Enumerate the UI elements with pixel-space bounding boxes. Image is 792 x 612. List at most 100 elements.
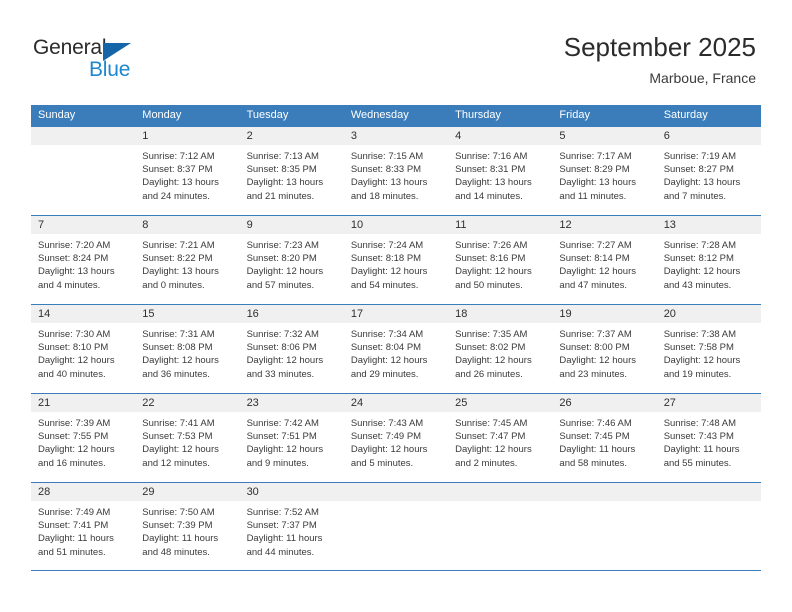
daylight-text-line2: and 33 minutes.: [246, 368, 315, 380]
day-details: Sunrise: 7:31 AM Sunset: 8:08 PM Dayligh…: [135, 324, 239, 381]
calendar-day-cell[interactable]: 30 Sunrise: 7:52 AM Sunset: 7:37 PM Dayl…: [239, 483, 344, 570]
calendar-day-cell[interactable]: 4 Sunrise: 7:16 AM Sunset: 8:31 PM Dayli…: [448, 127, 553, 215]
daylight-text-line2: and 4 minutes.: [38, 279, 101, 291]
calendar-day-cell[interactable]: 24 Sunrise: 7:43 AM Sunset: 7:49 PM Dayl…: [343, 394, 449, 482]
daylight-text-line2: and 50 minutes.: [455, 279, 523, 291]
daylight-text-line2: and 21 minutes.: [246, 190, 315, 202]
day-details: Sunrise: 7:43 AM Sunset: 7:49 PM Dayligh…: [344, 413, 448, 470]
calendar-day-cell[interactable]: 9 Sunrise: 7:23 AM Sunset: 8:20 PM Dayli…: [239, 216, 344, 304]
calendar-day-cell[interactable]: 5 Sunrise: 7:17 AM Sunset: 8:29 PM Dayli…: [552, 127, 657, 215]
day-details: Sunrise: 7:15 AM Sunset: 8:33 PM Dayligh…: [344, 146, 448, 203]
calendar-week-row: 28 Sunrise: 7:49 AM Sunset: 7:41 PM Dayl…: [31, 482, 761, 571]
day-details: Sunrise: 7:46 AM Sunset: 7:45 PM Dayligh…: [552, 413, 656, 470]
calendar-day-cell[interactable]: 22 Sunrise: 7:41 AM Sunset: 7:53 PM Dayl…: [135, 394, 240, 482]
sunrise-text: Sunrise: 7:16 AM: [455, 151, 528, 162]
daylight-text-line2: and 51 minutes.: [38, 546, 106, 558]
daylight-text-line1: Daylight: 12 hours: [246, 444, 324, 456]
day-number-band: 26: [552, 394, 657, 413]
calendar-day-cell[interactable]: 1 Sunrise: 7:12 AM Sunset: 8:37 PM Dayli…: [135, 127, 240, 215]
day-number-band: 17: [343, 305, 449, 324]
daylight-text-line2: and 29 minutes.: [350, 368, 419, 380]
daylight-text-line1: Daylight: 11 hours: [142, 533, 219, 545]
sunset-text: Sunset: 8:20 PM: [246, 253, 317, 265]
calendar-day-cell[interactable]: 16 Sunrise: 7:32 AM Sunset: 8:06 PM Dayl…: [239, 305, 344, 393]
sunrise-text: Sunrise: 7:52 AM: [246, 507, 319, 518]
sunset-text: Sunset: 8:27 PM: [663, 164, 734, 176]
day-number-band: 9: [239, 216, 344, 235]
daylight-text-line1: Daylight: 12 hours: [142, 355, 219, 367]
calendar-day-cell[interactable]: 7 Sunrise: 7:20 AM Sunset: 8:24 PM Dayli…: [31, 216, 136, 304]
sunrise-text: Sunrise: 7:19 AM: [663, 151, 737, 162]
day-number: 29: [142, 486, 155, 498]
calendar-day-cell[interactable]: 20 Sunrise: 7:38 AM Sunset: 7:58 PM Dayl…: [656, 305, 761, 393]
daylight-text-line1: Daylight: 11 hours: [38, 533, 114, 545]
day-number-band: 14: [31, 305, 136, 324]
day-details: Sunrise: 7:49 AM Sunset: 7:41 PM Dayligh…: [31, 502, 135, 559]
calendar-day-cell[interactable]: 18 Sunrise: 7:35 AM Sunset: 8:02 PM Dayl…: [448, 305, 553, 393]
calendar-day-cell[interactable]: 8 Sunrise: 7:21 AM Sunset: 8:22 PM Dayli…: [135, 216, 240, 304]
calendar-day-cell[interactable]: 28 Sunrise: 7:49 AM Sunset: 7:41 PM Dayl…: [31, 483, 136, 570]
day-number-band: 2: [239, 127, 344, 146]
sunrise-text: Sunrise: 7:21 AM: [142, 240, 215, 251]
calendar-day-cell[interactable]: 6 Sunrise: 7:19 AM Sunset: 8:27 PM Dayli…: [656, 127, 761, 215]
day-number: 3: [350, 130, 357, 142]
sunset-text: Sunset: 8:37 PM: [142, 164, 213, 176]
day-number-band: 23: [239, 394, 344, 413]
sunrise-text: Sunrise: 7:50 AM: [142, 507, 215, 518]
day-details: Sunrise: 7:30 AM Sunset: 8:10 PM Dayligh…: [31, 324, 135, 381]
day-number-band: 20: [656, 305, 761, 324]
day-details: Sunrise: 7:13 AM Sunset: 8:35 PM Dayligh…: [240, 146, 344, 203]
calendar-day-cell[interactable]: 26 Sunrise: 7:46 AM Sunset: 7:45 PM Dayl…: [552, 394, 657, 482]
sunset-text: Sunset: 7:58 PM: [663, 342, 734, 354]
day-number: 26: [559, 397, 572, 409]
weekday-header-row: Sunday Monday Tuesday Wednesday Thursday…: [31, 105, 761, 126]
location-subtitle: Marboue, France: [649, 70, 756, 86]
sunrise-text: Sunrise: 7:42 AM: [246, 418, 319, 429]
daylight-text-line2: and 48 minutes.: [142, 546, 210, 558]
calendar-day-cell[interactable]: [656, 483, 761, 570]
daylight-text-line2: and 18 minutes.: [350, 190, 419, 202]
day-number: 20: [663, 308, 676, 320]
calendar-day-cell[interactable]: [448, 483, 553, 570]
calendar-day-cell[interactable]: 29 Sunrise: 7:50 AM Sunset: 7:39 PM Dayl…: [135, 483, 240, 570]
calendar-day-cell[interactable]: [552, 483, 657, 570]
day-details: Sunrise: 7:17 AM Sunset: 8:29 PM Dayligh…: [552, 146, 656, 203]
sunrise-text: Sunrise: 7:30 AM: [38, 329, 111, 340]
calendar-day-cell[interactable]: 27 Sunrise: 7:48 AM Sunset: 7:43 PM Dayl…: [656, 394, 761, 482]
sunrise-text: Sunrise: 7:43 AM: [350, 418, 424, 429]
calendar-week-row: 7 Sunrise: 7:20 AM Sunset: 8:24 PM Dayli…: [31, 215, 761, 304]
day-number: 15: [142, 308, 155, 320]
calendar-day-cell[interactable]: 13 Sunrise: 7:28 AM Sunset: 8:12 PM Dayl…: [656, 216, 761, 304]
calendar-day-cell[interactable]: 17 Sunrise: 7:34 AM Sunset: 8:04 PM Dayl…: [343, 305, 449, 393]
calendar-day-cell[interactable]: 25 Sunrise: 7:45 AM Sunset: 7:47 PM Dayl…: [448, 394, 553, 482]
daylight-text-line1: Daylight: 12 hours: [350, 444, 428, 456]
day-number: 1: [142, 130, 149, 142]
sunset-text: Sunset: 8:22 PM: [142, 253, 213, 265]
daylight-text-line1: Daylight: 12 hours: [246, 355, 324, 367]
calendar-day-cell[interactable]: 19 Sunrise: 7:37 AM Sunset: 8:00 PM Dayl…: [552, 305, 657, 393]
sunset-text: Sunset: 8:24 PM: [38, 253, 109, 265]
day-number-band: 10: [343, 216, 449, 235]
daylight-text-line2: and 24 minutes.: [142, 190, 210, 202]
sunset-text: Sunset: 7:47 PM: [455, 431, 526, 443]
day-details: [552, 502, 656, 506]
day-details: [657, 502, 761, 506]
calendar-day-cell[interactable]: 3 Sunrise: 7:15 AM Sunset: 8:33 PM Dayli…: [343, 127, 449, 215]
sunset-text: Sunset: 8:04 PM: [350, 342, 422, 354]
calendar-day-cell[interactable]: 11 Sunrise: 7:26 AM Sunset: 8:16 PM Dayl…: [448, 216, 553, 304]
calendar-day-cell[interactable]: 12 Sunrise: 7:27 AM Sunset: 8:14 PM Dayl…: [552, 216, 657, 304]
calendar-day-cell[interactable]: 23 Sunrise: 7:42 AM Sunset: 7:51 PM Dayl…: [239, 394, 344, 482]
day-number-band: 22: [135, 394, 240, 413]
logo-text-blue: Blue: [89, 58, 131, 81]
calendar-day-cell[interactable]: 21 Sunrise: 7:39 AM Sunset: 7:55 PM Dayl…: [31, 394, 136, 482]
calendar-day-cell[interactable]: [31, 127, 136, 215]
calendar-day-cell[interactable]: 15 Sunrise: 7:31 AM Sunset: 8:08 PM Dayl…: [135, 305, 240, 393]
general-blue-logo[interactable]: General Blue: [33, 36, 163, 84]
sunset-text: Sunset: 8:16 PM: [455, 253, 526, 265]
calendar-day-cell[interactable]: 2 Sunrise: 7:13 AM Sunset: 8:35 PM Dayli…: [239, 127, 344, 215]
calendar-day-cell[interactable]: 10 Sunrise: 7:24 AM Sunset: 8:18 PM Dayl…: [343, 216, 449, 304]
calendar-day-cell[interactable]: 14 Sunrise: 7:30 AM Sunset: 8:10 PM Dayl…: [31, 305, 136, 393]
day-details: Sunrise: 7:16 AM Sunset: 8:31 PM Dayligh…: [448, 146, 552, 203]
calendar-day-cell[interactable]: [343, 483, 449, 570]
day-number: 7: [38, 219, 45, 231]
